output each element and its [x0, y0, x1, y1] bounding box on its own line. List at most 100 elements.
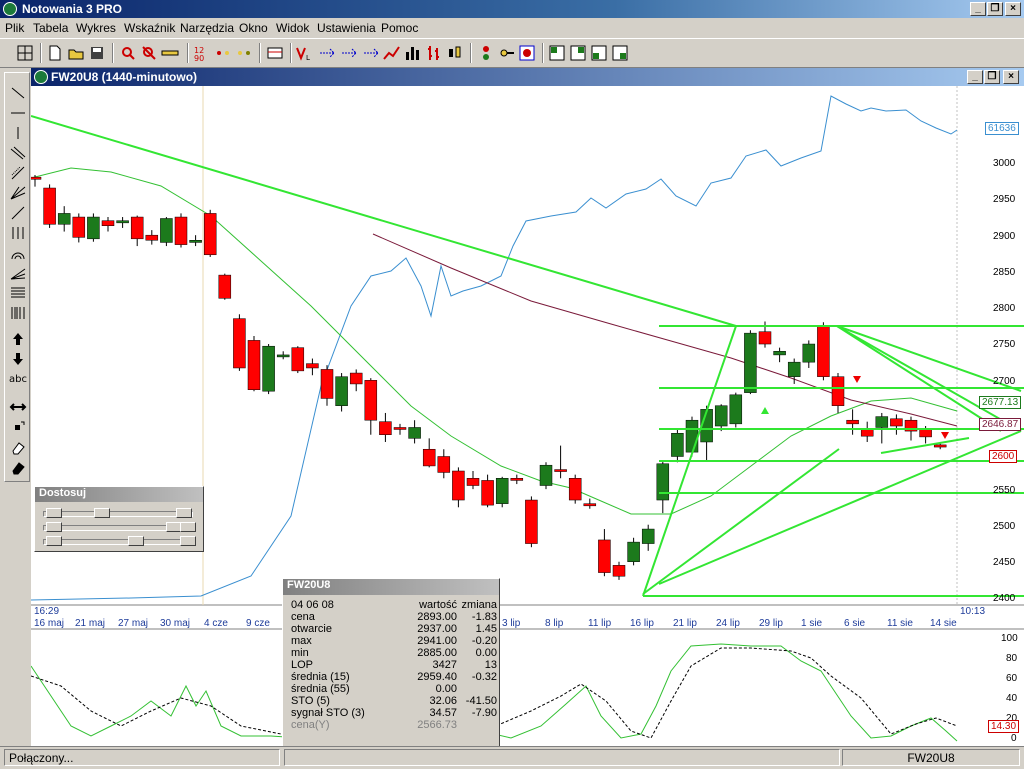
chart-window-title-bar: FW20U8 (1440-minutowo) _ ❐ × [31, 68, 1024, 86]
date-tick-21lip: 21 lip [673, 618, 697, 629]
ohlc-icon[interactable] [425, 44, 443, 62]
menu-wskaznik[interactable]: Wskaźnik [124, 21, 175, 35]
table-icon[interactable] [266, 44, 284, 62]
picture-icon[interactable] [518, 44, 536, 62]
text-tool-icon[interactable]: abc [9, 372, 27, 388]
quote-field-name: sygnał STO (3) [291, 707, 365, 719]
zoom-icon[interactable] [119, 44, 137, 62]
fan-lines-icon[interactable] [9, 185, 27, 201]
svg-text:90: 90 [194, 54, 204, 62]
arrow-up-icon[interactable] [9, 331, 27, 347]
period-icon[interactable]: 12 90 [193, 44, 211, 63]
layout-3-icon[interactable] [590, 44, 608, 62]
bar-chart-icon[interactable] [404, 44, 422, 62]
date-tick-11lip: 11 lip [588, 618, 612, 629]
arrow-down-icon[interactable] [9, 351, 27, 367]
key-icon[interactable] [498, 44, 516, 62]
arcs-icon[interactable] [9, 245, 27, 261]
date-tick-21maj: 21 maj [75, 618, 106, 629]
arrow-line-2-icon[interactable] [340, 44, 358, 62]
fibonacci-icon[interactable] [9, 285, 27, 301]
vertical-line-icon[interactable] [9, 125, 27, 141]
menu-narzedzia[interactable]: Narzędzia [180, 21, 234, 35]
horizontal-arrows-icon[interactable] [9, 399, 27, 415]
diagonal-line-icon[interactable] [9, 85, 27, 101]
layout-1-icon[interactable] [548, 44, 566, 62]
adjust-slider-3[interactable] [43, 536, 196, 546]
dots-icon[interactable] [214, 44, 232, 62]
quote-field-change [459, 683, 499, 695]
channel-icon[interactable] [9, 165, 27, 181]
candle-body [116, 220, 129, 224]
arrow-line-3-icon[interactable] [362, 44, 380, 62]
arrow-line-icon[interactable] [318, 44, 336, 62]
quote-info-row: średnia (55) 0.00 [289, 683, 499, 695]
buy-arrow [761, 407, 769, 414]
candle-body [437, 456, 451, 473]
menu-wykres[interactable]: Wykres [76, 21, 116, 35]
chart-window-icon [34, 70, 48, 84]
new-file-icon[interactable] [46, 44, 64, 62]
traffic-light-icon[interactable] [477, 44, 495, 62]
vertical-lines-icon[interactable] [9, 225, 27, 241]
chart-minimize-button[interactable]: _ [967, 70, 983, 84]
candle-body [189, 240, 202, 243]
price-tick-2800: 2800 [993, 303, 1016, 314]
date-tick-16maj: 16 maj [34, 618, 65, 629]
candle-body [291, 347, 305, 372]
menu-ustawienia[interactable]: Ustawienia [317, 21, 376, 35]
date-tick-3lip: 3 lip [502, 618, 521, 629]
osc-tick-60: 60 [1006, 673, 1018, 684]
price-tick-2550: 2550 [993, 485, 1016, 496]
menu-okno[interactable]: Okno [239, 21, 268, 35]
quote-field-name: LOP [291, 659, 314, 671]
save-icon[interactable] [88, 44, 106, 62]
quote-info-row: max 2941.00 -0.20 [289, 635, 499, 647]
menu-widok[interactable]: Widok [276, 21, 309, 35]
menu-plik[interactable]: Plik [5, 21, 24, 35]
layout-2-icon[interactable] [569, 44, 587, 62]
zoom-cancel-icon[interactable] [140, 44, 158, 62]
slope-line-icon[interactable] [9, 205, 27, 221]
restore-button[interactable]: ❐ [987, 2, 1003, 16]
quote-field-name: cena(Y) [291, 719, 330, 731]
adjust-slider-2[interactable] [43, 522, 196, 532]
dots-alt-icon[interactable] [235, 44, 253, 62]
minimize-button[interactable]: _ [970, 2, 986, 16]
eraser-all-icon[interactable] [9, 459, 27, 475]
lop-value-label: 61636 [985, 122, 1019, 135]
chart-close-button[interactable]: × [1003, 70, 1019, 84]
quote-field-change [459, 719, 499, 731]
layout-4-icon[interactable] [611, 44, 629, 62]
ruler-icon[interactable] [161, 44, 179, 62]
gann-fan-icon[interactable] [9, 265, 27, 281]
close-button[interactable]: × [1005, 2, 1021, 16]
wave-icon[interactable]: L [296, 44, 314, 62]
time-right-label: 10:13 [960, 606, 986, 617]
time-zones-icon[interactable] [9, 305, 27, 321]
eraser-icon[interactable] [9, 439, 27, 455]
menu-pomoc[interactable]: Pomoc [381, 21, 418, 35]
chart-restore-button[interactable]: ❐ [984, 70, 1000, 84]
candle-body [262, 345, 275, 392]
parallel-lines-icon[interactable] [9, 145, 27, 161]
line-chart-icon[interactable] [383, 44, 401, 62]
move-icon[interactable] [9, 419, 27, 435]
candle-body [31, 176, 42, 180]
quote-field-name: średnia (55) [291, 683, 350, 695]
quote-info-row: LOP 3427 13 [289, 659, 499, 671]
candle-icon[interactable] [446, 44, 464, 62]
quote-field-value: 2893.00 [417, 611, 457, 623]
candle-body [43, 187, 56, 225]
candle-body [525, 499, 538, 544]
adjust-slider-1[interactable] [43, 508, 193, 518]
candle-body [335, 376, 348, 406]
menu-tabela[interactable]: Tabela [33, 21, 68, 35]
price-tick-2950: 2950 [993, 194, 1016, 205]
quote-info-row: STO (5) 32.06 -41.50 [289, 695, 499, 707]
chart-canvas[interactable]: 3000 2950 2900 2850 2800 2750 2700 2550 … [31, 86, 1024, 746]
open-folder-icon[interactable] [67, 44, 85, 62]
osc-tick-100: 100 [1001, 633, 1018, 644]
horizontal-line-icon[interactable] [9, 105, 27, 121]
grid-icon[interactable] [16, 44, 34, 62]
